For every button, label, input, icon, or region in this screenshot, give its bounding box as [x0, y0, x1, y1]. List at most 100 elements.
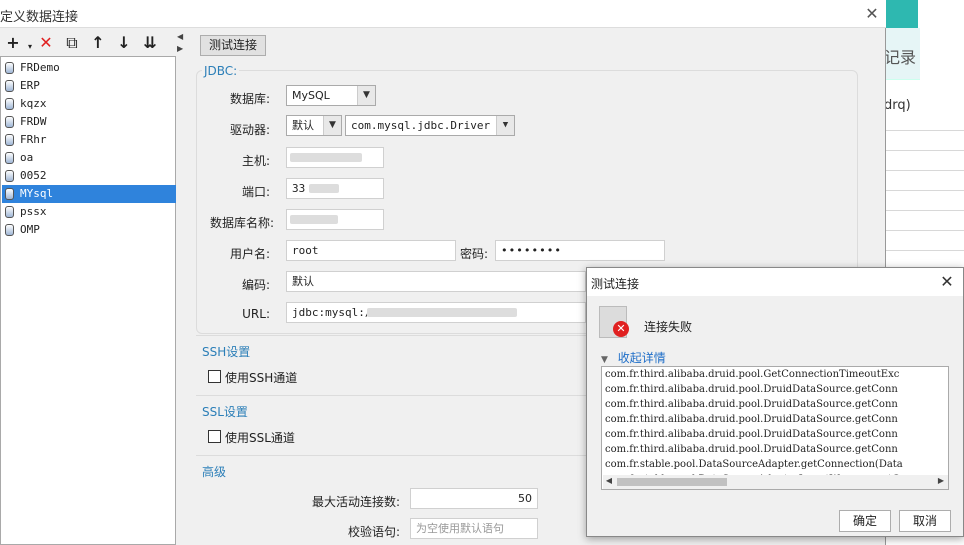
log-line: com.fr.third.alibaba.druid.pool.DruidDat…	[605, 399, 898, 410]
validation-input[interactable]: 为空使用默认语句	[410, 518, 538, 539]
window-title: 定义数据连接	[0, 10, 79, 25]
log-line: com.fr.third.alibaba.druid.pool.DruidDat…	[605, 384, 898, 395]
ok-button[interactable]: 确定	[839, 510, 891, 532]
ssh-checkbox-label: 使用SSH通道	[225, 371, 298, 385]
cancel-button[interactable]: 取消	[899, 510, 951, 532]
scroll-right-icon[interactable]: ▶	[935, 476, 947, 488]
background-header-white	[918, 0, 964, 28]
scroll-left-icon[interactable]: ◀	[603, 476, 615, 488]
driver-mode-select[interactable]: 默认 ▼	[286, 115, 342, 136]
datasource-item[interactable]: ERP	[2, 77, 176, 95]
datasource-label: MYsql	[20, 187, 54, 200]
port-input[interactable]: 33	[286, 178, 384, 199]
max-active-input[interactable]: 50	[410, 488, 538, 509]
username-input[interactable]: root	[286, 240, 456, 261]
details-toggle[interactable]: ▼ 收起详情	[601, 349, 666, 366]
close-icon[interactable]: ✕	[937, 272, 957, 292]
database-value: MySQL	[292, 89, 330, 102]
datasource-item[interactable]: FRDW	[2, 113, 176, 131]
datasource-label: 0052	[20, 169, 47, 182]
datasource-item[interactable]: 0052	[2, 167, 176, 185]
datasource-item[interactable]: pssx	[2, 203, 176, 221]
background-record-text: 记录	[884, 48, 917, 67]
datasource-label: FRhr	[20, 133, 47, 146]
driver-class-select[interactable]: com.mysql.jdbc.Driver ▼	[345, 115, 515, 136]
datasource-label: FRDemo	[20, 61, 60, 74]
database-icon	[5, 152, 14, 164]
datasource-item[interactable]: OMP	[2, 221, 176, 239]
background-gridline	[880, 170, 964, 171]
redacted-value	[290, 153, 362, 162]
redacted-value	[367, 308, 517, 317]
database-icon	[5, 206, 14, 218]
scroll-right-icon[interactable]: ▶	[177, 44, 183, 53]
redacted-value	[290, 215, 338, 224]
test-connection-dialog: 测试连接 ✕ ✕ 连接失败 ▼ 收起详情 com.fr.third.alibab…	[586, 267, 964, 537]
connection-status: 连接失败	[644, 320, 693, 334]
error-log[interactable]: com.fr.third.alibaba.druid.pool.GetConne…	[601, 366, 949, 490]
driver-mode-value: 默认	[292, 119, 314, 132]
sort-icon[interactable]: ⇊	[140, 32, 160, 54]
ssh-divider	[196, 335, 586, 336]
advanced-title: 高级	[202, 465, 227, 479]
username-label: 用户名:	[229, 247, 270, 261]
database-select[interactable]: MySQL ▼	[286, 85, 376, 106]
datasource-item[interactable]: oa	[2, 149, 176, 167]
ssl-divider	[196, 395, 586, 396]
datasource-label: FRDW	[20, 115, 47, 128]
password-input[interactable]: ••••••••	[495, 240, 665, 261]
test-connection-button[interactable]: 测试连接	[200, 35, 266, 56]
datasource-item[interactable]: MYsql	[2, 185, 176, 203]
ssl-title: SSL设置	[202, 405, 248, 419]
advanced-divider	[196, 455, 586, 456]
dbname-input[interactable]	[286, 209, 384, 230]
log-line: com.fr.third.alibaba.druid.pool.DruidDat…	[605, 444, 898, 455]
datasource-label: oa	[20, 151, 34, 164]
database-icon	[5, 80, 14, 92]
chevron-down-icon: ▼	[323, 116, 341, 135]
password-label: 密码:	[459, 247, 488, 261]
database-icon	[5, 170, 14, 182]
log-line: com.fr.stable.pool.DataSourceAdapter.get…	[605, 459, 903, 470]
datasource-label: kqzx	[20, 97, 47, 110]
encoding-select[interactable]: 默认	[286, 271, 586, 292]
background-gridline	[880, 210, 964, 211]
port-value: 33	[292, 182, 306, 195]
validation-label: 校验语句:	[347, 525, 400, 539]
ssh-title: SSH设置	[202, 345, 251, 359]
host-input[interactable]	[286, 147, 384, 168]
move-down-icon[interactable]: ↓	[114, 32, 134, 54]
horizontal-scrollbar[interactable]: ◀ ▶	[603, 475, 948, 489]
url-label: URL:	[242, 307, 270, 321]
collapse-icon: ▼	[601, 355, 608, 365]
background-gridline	[880, 150, 964, 151]
dbname-label: 数据库名称:	[209, 216, 274, 230]
chevron-down-icon: ▼	[496, 116, 514, 135]
move-up-icon[interactable]: ↑	[88, 32, 108, 54]
ssl-checkbox[interactable]	[208, 430, 221, 443]
ssh-checkbox[interactable]	[208, 370, 221, 383]
delete-icon[interactable]: ✕	[36, 32, 56, 54]
driver-class-value: com.mysql.jdbc.Driver	[351, 119, 491, 132]
details-toggle-label: 收起详情	[617, 351, 666, 365]
vertical-scrollbar[interactable]: ▲ ▼	[948, 368, 949, 476]
dialog-titlebar: 测试连接 ✕	[587, 268, 963, 296]
copy-icon[interactable]: ⧉	[62, 32, 82, 54]
close-icon[interactable]: ✕	[862, 4, 882, 24]
database-icon	[5, 188, 14, 200]
max-active-label: 最大活动连接数:	[311, 495, 400, 509]
background-gridline	[880, 130, 964, 131]
scroll-left-icon[interactable]: ◀	[177, 32, 183, 41]
datasource-label: pssx	[20, 205, 47, 218]
error-icon: ✕	[613, 321, 629, 337]
scrollbar-thumb[interactable]	[617, 478, 727, 486]
datasource-item[interactable]: FRhr	[2, 131, 176, 149]
datasource-list: FRDemo ERP kqzx FRDW FRhr oa 0052 MYsql pssx OMP	[0, 56, 176, 545]
datasource-item[interactable]: FRDemo	[2, 59, 176, 77]
jdbc-title: JDBC:	[202, 64, 240, 78]
datasource-item[interactable]: kqzx	[2, 95, 176, 113]
database-icon	[5, 116, 14, 128]
url-input[interactable]: jdbc:mysql://	[286, 302, 586, 323]
driver-label: 驱动器:	[229, 123, 270, 137]
url-value: jdbc:mysql://	[292, 306, 379, 319]
